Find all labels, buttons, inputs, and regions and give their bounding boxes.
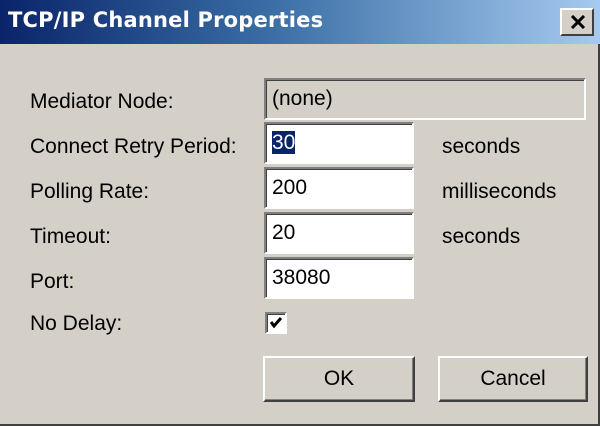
no-delay-checkbox[interactable]	[265, 312, 287, 334]
tcp-ip-channel-properties-dialog: TCP/IP Channel Properties Mediator Node:…	[0, 0, 600, 426]
timeout-unit: seconds	[442, 225, 521, 248]
close-button[interactable]	[560, 8, 594, 36]
close-x-icon	[570, 15, 586, 29]
mediator-node-label: Mediator Node:	[30, 90, 174, 113]
timeout-label: Timeout:	[30, 225, 111, 248]
connect-retry-period-value: 30	[272, 131, 296, 154]
cancel-button[interactable]: Cancel	[438, 356, 588, 402]
polling-rate-label: Polling Rate:	[30, 180, 150, 203]
checkmark-icon	[269, 317, 283, 329]
connect-retry-period-unit: seconds	[442, 135, 521, 158]
ok-button[interactable]: OK	[263, 356, 415, 402]
no-delay-label: No Delay:	[30, 312, 123, 335]
dialog-title: TCP/IP Channel Properties	[8, 8, 324, 32]
timeout-input[interactable]: 20	[264, 212, 414, 254]
port-input[interactable]: 38080	[264, 257, 414, 299]
polling-rate-unit: milliseconds	[442, 180, 557, 203]
polling-rate-input[interactable]: 200	[264, 167, 414, 209]
port-label: Port:	[30, 270, 75, 293]
connect-retry-period-label: Connect Retry Period:	[30, 135, 237, 158]
connect-retry-period-input[interactable]: 30	[264, 122, 414, 164]
mediator-node-field: (none)	[264, 78, 586, 120]
title-bar[interactable]: TCP/IP Channel Properties	[0, 0, 600, 44]
